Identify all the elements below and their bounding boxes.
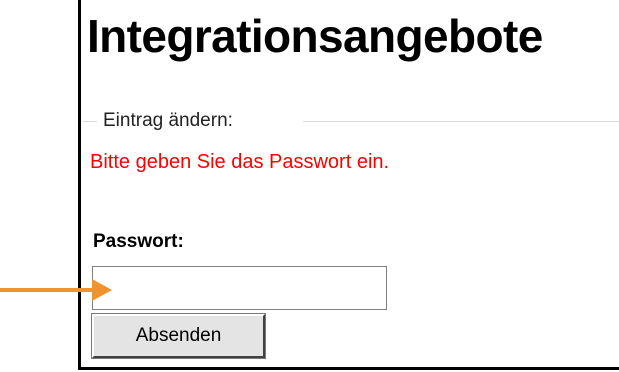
- password-input[interactable]: [92, 266, 387, 310]
- page-title: Integrationsangebote: [87, 10, 543, 62]
- password-label: Passwort:: [93, 231, 184, 252]
- fieldset-border-left: [83, 121, 97, 122]
- fieldset-border-right: [303, 121, 619, 122]
- fieldset-legend: Eintrag ändern:: [103, 110, 233, 131]
- page-frame: Integrationsangebote Eintrag ändern: Bit…: [78, 0, 619, 370]
- arrow-head: [92, 279, 112, 301]
- arrow-pointer-icon: [0, 279, 112, 301]
- submit-button[interactable]: Absenden: [91, 313, 266, 359]
- error-message: Bitte geben Sie das Passwort ein.: [90, 151, 390, 173]
